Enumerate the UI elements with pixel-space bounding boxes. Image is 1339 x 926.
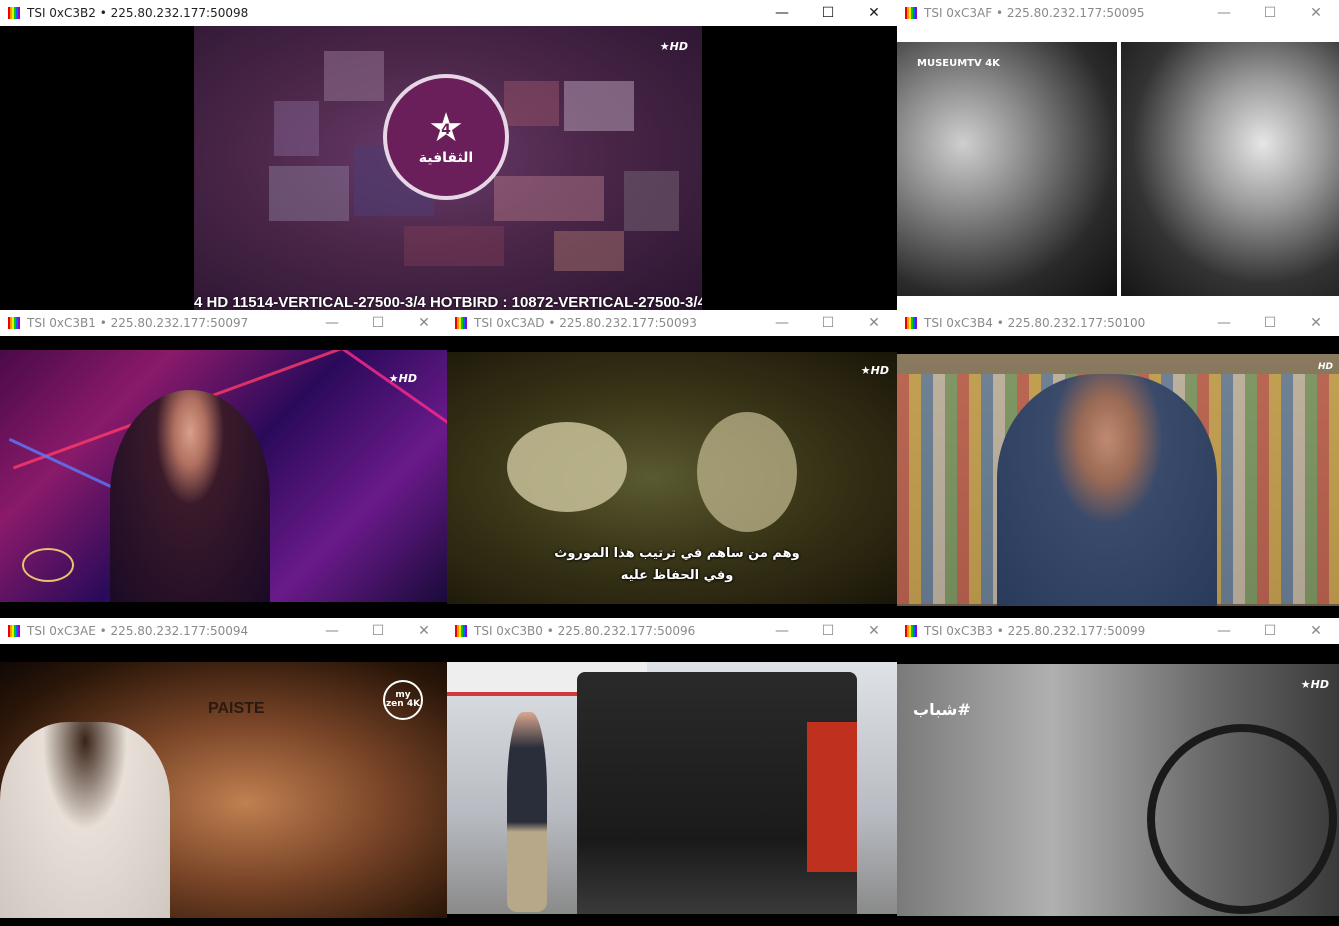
subtitle-line-1: وهم من ساهم في ترتيب هذا الموروث <box>554 546 800 561</box>
channel-number: 4 <box>441 122 451 138</box>
close-button[interactable]: ✕ <box>851 0 897 26</box>
wheelchair-wheel <box>1147 724 1337 914</box>
minimize-button[interactable]: — <box>759 310 805 336</box>
singer-figure <box>110 390 270 602</box>
hd-logo: ★HD <box>860 364 889 377</box>
video-window-c3b1[interactable]: TSI 0xC3B1 • 225.80.232.177:50097 — ☐ ✕ … <box>0 310 447 610</box>
video-content-left <box>897 42 1117 296</box>
hd-logo: ★HD <box>659 40 688 53</box>
maximize-button[interactable]: ☐ <box>355 310 401 336</box>
video-window-c3b0[interactable]: TSI 0xC3B0 • 225.80.232.177:50096 — ☐ ✕ <box>447 618 897 926</box>
video-window-c3af[interactable]: TSI 0xC3AF • 225.80.232.177:50095 — ☐ ✕ … <box>897 0 1339 313</box>
maximize-button[interactable]: ☐ <box>1247 618 1293 644</box>
window-titlebar[interactable]: TSI 0xC3B0 • 225.80.232.177:50096 — ☐ ✕ <box>447 618 897 644</box>
window-titlebar[interactable]: TSI 0xC3B2 • 225.80.232.177:50098 — ☐ ✕ <box>0 0 897 26</box>
app-icon <box>8 7 20 19</box>
video-window-c3b4[interactable]: TSI 0xC3B4 • 225.80.232.177:50100 — ☐ ✕ … <box>897 310 1339 610</box>
window-title: TSI 0xC3B4 • 225.80.232.177:50100 <box>924 316 1146 330</box>
window-title: TSI 0xC3B2 • 225.80.232.177:50098 <box>27 6 249 20</box>
app-icon <box>8 625 20 637</box>
stork-left <box>507 422 627 512</box>
person-figure <box>507 712 547 912</box>
window-title: TSI 0xC3B0 • 225.80.232.177:50096 <box>474 624 696 638</box>
close-button[interactable]: ✕ <box>1293 310 1339 336</box>
video-frame: #شباب ★HD <box>897 664 1339 916</box>
vehicle-red-side <box>807 722 857 872</box>
minimize-button[interactable]: — <box>759 0 805 26</box>
gong-brand: PAISTE <box>208 700 265 717</box>
video-frame: PAISTE my zen 4K <box>0 662 447 918</box>
video-window-c3ae[interactable]: TSI 0xC3AE • 225.80.232.177:50094 — ☐ ✕ … <box>0 618 447 926</box>
minimize-button[interactable]: — <box>1201 310 1247 336</box>
close-button[interactable]: ✕ <box>401 618 447 644</box>
star-icon: ★ <box>388 372 399 385</box>
maximize-button[interactable]: ☐ <box>1247 310 1293 336</box>
minimize-button[interactable]: — <box>1201 0 1247 26</box>
hd-logo: HD <box>1317 362 1333 372</box>
video-frame: MUSEUMTV 4K <box>897 26 1339 313</box>
close-button[interactable]: ✕ <box>851 618 897 644</box>
window-titlebar[interactable]: TSI 0xC3AE • 225.80.232.177:50094 — ☐ ✕ <box>0 618 447 644</box>
window-titlebar[interactable]: TSI 0xC3B4 • 225.80.232.177:50100 — ☐ ✕ <box>897 310 1339 336</box>
video-frame <box>447 662 897 914</box>
window-titlebar[interactable]: TSI 0xC3AD • 225.80.232.177:50093 — ☐ ✕ <box>447 310 897 336</box>
window-titlebar[interactable]: TSI 0xC3AF • 225.80.232.177:50095 — ☐ ✕ <box>897 0 1339 26</box>
subtitle-line-2: وفي الحفاظ عليه <box>620 568 734 583</box>
video-window-c3b3[interactable]: TSI 0xC3B3 • 225.80.232.177:50099 — ☐ ✕ … <box>897 618 1339 926</box>
app-icon <box>8 317 20 329</box>
video-content: ★ 4 الثقافية ★HD 4 HD 11514-VERTICAL-275… <box>194 26 702 313</box>
window-titlebar[interactable]: TSI 0xC3B1 • 225.80.232.177:50097 — ☐ ✕ <box>0 310 447 336</box>
maximize-button[interactable]: ☐ <box>805 310 851 336</box>
maximize-button[interactable]: ☐ <box>355 618 401 644</box>
hd-logo: ★HD <box>1300 678 1329 691</box>
app-icon <box>455 625 467 637</box>
myzen-logo: my zen 4K <box>383 680 423 720</box>
app-icon <box>905 7 917 19</box>
video-frame: ★HD وهم من ساهم في ترتيب هذا الموروث وفي… <box>447 352 897 604</box>
performer-figure <box>0 722 170 918</box>
minimize-button[interactable]: — <box>1201 618 1247 644</box>
video-content-right <box>1121 42 1339 296</box>
star-icon: ★ <box>860 364 871 377</box>
close-button[interactable]: ✕ <box>1293 0 1339 26</box>
maximize-button[interactable]: ☐ <box>1247 0 1293 26</box>
close-button[interactable]: ✕ <box>401 310 447 336</box>
app-icon <box>455 317 467 329</box>
hd-logo: ★HD <box>388 372 417 385</box>
minimize-button[interactable]: — <box>309 618 355 644</box>
app-icon <box>905 317 917 329</box>
hashtag-text: #شباب <box>913 700 971 719</box>
video-window-c3ad[interactable]: TSI 0xC3AD • 225.80.232.177:50093 — ☐ ✕ … <box>447 310 897 610</box>
ticker-text: 4 HD 11514-VERTICAL-27500-3/4 HOTBIRD : … <box>194 294 702 311</box>
maximize-button[interactable]: ☐ <box>805 0 851 26</box>
minimize-button[interactable]: — <box>309 310 355 336</box>
window-title: TSI 0xC3AD • 225.80.232.177:50093 <box>474 316 697 330</box>
star-icon: ★ <box>1300 678 1311 691</box>
window-title: TSI 0xC3AF • 225.80.232.177:50095 <box>924 6 1145 20</box>
museumtv-logo: MUSEUMTV 4K <box>917 58 1000 69</box>
window-title: TSI 0xC3B3 • 225.80.232.177:50099 <box>924 624 1146 638</box>
interviewee-figure <box>997 374 1217 606</box>
close-button[interactable]: ✕ <box>851 310 897 336</box>
channel-name: الثقافية <box>418 150 474 166</box>
video-frame: ★HD <box>0 350 447 602</box>
video-window-c3b2[interactable]: TSI 0xC3B2 • 225.80.232.177:50098 — ☐ ✕ … <box>0 0 897 313</box>
minimize-button[interactable]: — <box>759 618 805 644</box>
maximize-button[interactable]: ☐ <box>805 618 851 644</box>
video-frame: ★ 4 الثقافية ★HD 4 HD 11514-VERTICAL-275… <box>0 26 897 313</box>
app-icon <box>905 625 917 637</box>
show-logo <box>22 548 74 582</box>
star-icon: ★ <box>659 40 670 53</box>
video-frame: HD <box>897 354 1339 606</box>
close-button[interactable]: ✕ <box>1293 618 1339 644</box>
channel-logo-circle: ★ 4 الثقافية <box>383 74 509 200</box>
window-title: TSI 0xC3AE • 225.80.232.177:50094 <box>27 624 249 638</box>
window-titlebar[interactable]: TSI 0xC3B3 • 225.80.232.177:50099 — ☐ ✕ <box>897 618 1339 644</box>
window-title: TSI 0xC3B1 • 225.80.232.177:50097 <box>27 316 249 330</box>
stork-right <box>697 412 797 532</box>
